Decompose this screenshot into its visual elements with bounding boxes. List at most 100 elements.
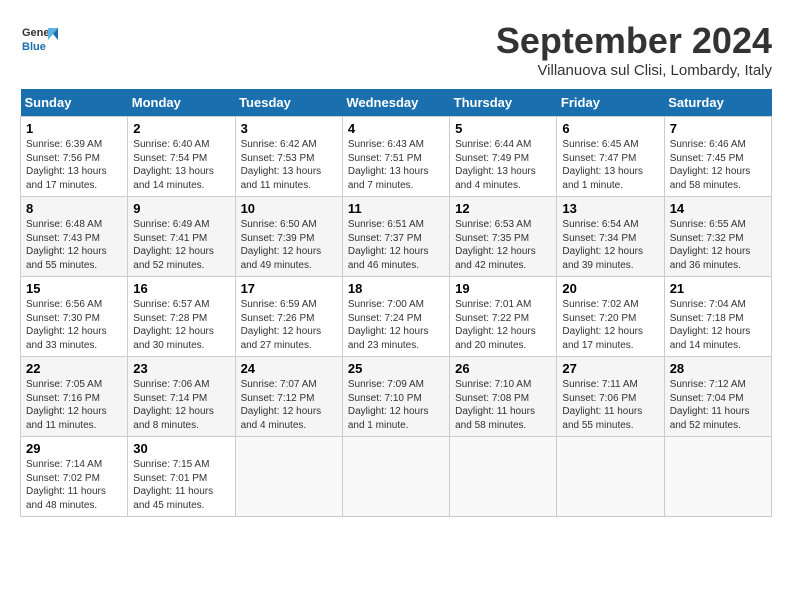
svg-text:Blue: Blue bbox=[22, 41, 46, 53]
logo: General Blue bbox=[20, 20, 58, 58]
day-number: 7 bbox=[670, 121, 766, 136]
table-row bbox=[664, 437, 771, 517]
table-row: 10Sunrise: 6:50 AM Sunset: 7:39 PM Dayli… bbox=[235, 197, 342, 277]
page-header: General Blue September 2024 Villanuova s… bbox=[20, 20, 772, 79]
day-number: 3 bbox=[241, 121, 337, 136]
day-info: Sunrise: 7:09 AM Sunset: 7:10 PM Dayligh… bbox=[348, 378, 444, 432]
location-title: Villanuova sul Clisi, Lombardy, Italy bbox=[496, 62, 772, 79]
col-thursday: Thursday bbox=[450, 89, 557, 117]
calendar-row: 29 Sunrise: 7:14 AM Sunset: 7:02 PM Dayli… bbox=[21, 437, 772, 517]
table-row: 28Sunrise: 7:12 AM Sunset: 7:04 PM Dayli… bbox=[664, 357, 771, 437]
day-number: 16 bbox=[133, 281, 229, 296]
day-info: Sunrise: 7:04 AM Sunset: 7:18 PM Dayligh… bbox=[670, 298, 766, 352]
table-row: 5 Sunrise: 6:44 AM Sunset: 7:49 PM Daylig… bbox=[450, 117, 557, 197]
calendar-row: 1 Sunrise: 6:39 AM Sunset: 7:56 PM Daylig… bbox=[21, 117, 772, 197]
day-number: 11 bbox=[348, 201, 444, 216]
table-row: 20Sunrise: 7:02 AM Sunset: 7:20 PM Dayli… bbox=[557, 277, 664, 357]
day-number: 29 bbox=[26, 441, 122, 456]
table-row: 12 Sunrise: 6:53 AM Sunset: 7:35 PM Dayli… bbox=[450, 197, 557, 277]
day-info: Sunrise: 7:00 AM Sunset: 7:24 PM Dayligh… bbox=[348, 298, 444, 352]
table-row bbox=[235, 437, 342, 517]
day-number: 26 bbox=[455, 361, 551, 376]
table-row: 18 Sunrise: 7:00 AM Sunset: 7:24 PM Dayli… bbox=[342, 277, 449, 357]
table-row: 24Sunrise: 7:07 AM Sunset: 7:12 PM Dayli… bbox=[235, 357, 342, 437]
day-number: 5 bbox=[455, 121, 551, 136]
table-row bbox=[450, 437, 557, 517]
day-info: Sunrise: 7:11 AM Sunset: 7:06 PM Dayligh… bbox=[562, 378, 658, 432]
day-number: 24 bbox=[241, 361, 337, 376]
table-row: 26 Sunrise: 7:10 AM Sunset: 7:08 PM Dayli… bbox=[450, 357, 557, 437]
day-number: 30 bbox=[133, 441, 229, 456]
day-info: Sunrise: 6:45 AM Sunset: 7:47 PM Dayligh… bbox=[562, 138, 658, 192]
day-info: Sunrise: 7:15 AM Sunset: 7:01 PM Dayligh… bbox=[133, 458, 229, 512]
col-saturday: Saturday bbox=[664, 89, 771, 117]
table-row: 8 Sunrise: 6:48 AM Sunset: 7:43 PM Daylig… bbox=[21, 197, 128, 277]
day-number: 18 bbox=[348, 281, 444, 296]
days-header-row: Sunday Monday Tuesday Wednesday Thursday… bbox=[21, 89, 772, 117]
day-info: Sunrise: 6:39 AM Sunset: 7:56 PM Dayligh… bbox=[26, 138, 122, 192]
col-monday: Monday bbox=[128, 89, 235, 117]
day-info: Sunrise: 7:05 AM Sunset: 7:16 PM Dayligh… bbox=[26, 378, 122, 432]
table-row: 22Sunrise: 7:05 AM Sunset: 7:16 PM Dayli… bbox=[21, 357, 128, 437]
table-row: 29 Sunrise: 7:14 AM Sunset: 7:02 PM Dayli… bbox=[21, 437, 128, 517]
day-info: Sunrise: 6:53 AM Sunset: 7:35 PM Dayligh… bbox=[455, 218, 551, 272]
day-info: Sunrise: 7:14 AM Sunset: 7:02 PM Dayligh… bbox=[26, 458, 122, 512]
table-row: 11 Sunrise: 6:51 AM Sunset: 7:37 PM Dayli… bbox=[342, 197, 449, 277]
table-row: 27Sunrise: 7:11 AM Sunset: 7:06 PM Dayli… bbox=[557, 357, 664, 437]
day-info: Sunrise: 6:54 AM Sunset: 7:34 PM Dayligh… bbox=[562, 218, 658, 272]
day-info: Sunrise: 6:56 AM Sunset: 7:30 PM Dayligh… bbox=[26, 298, 122, 352]
table-row: 30 Sunrise: 7:15 AM Sunset: 7:01 PM Dayli… bbox=[128, 437, 235, 517]
day-info: Sunrise: 6:48 AM Sunset: 7:43 PM Dayligh… bbox=[26, 218, 122, 272]
calendar-row: 22Sunrise: 7:05 AM Sunset: 7:16 PM Dayli… bbox=[21, 357, 772, 437]
day-number: 2 bbox=[133, 121, 229, 136]
title-block: September 2024 Villanuova sul Clisi, Lom… bbox=[496, 20, 772, 79]
day-info: Sunrise: 6:55 AM Sunset: 7:32 PM Dayligh… bbox=[670, 218, 766, 272]
day-number: 1 bbox=[26, 121, 122, 136]
day-info: Sunrise: 6:42 AM Sunset: 7:53 PM Dayligh… bbox=[241, 138, 337, 192]
day-info: Sunrise: 6:51 AM Sunset: 7:37 PM Dayligh… bbox=[348, 218, 444, 272]
logo-icon: General Blue bbox=[20, 20, 58, 58]
day-number: 12 bbox=[455, 201, 551, 216]
day-number: 15 bbox=[26, 281, 122, 296]
day-info: Sunrise: 6:43 AM Sunset: 7:51 PM Dayligh… bbox=[348, 138, 444, 192]
day-number: 14 bbox=[670, 201, 766, 216]
col-tuesday: Tuesday bbox=[235, 89, 342, 117]
table-row: 13 Sunrise: 6:54 AM Sunset: 7:34 PM Dayli… bbox=[557, 197, 664, 277]
calendar-row: 8 Sunrise: 6:48 AM Sunset: 7:43 PM Daylig… bbox=[21, 197, 772, 277]
day-number: 13 bbox=[562, 201, 658, 216]
day-number: 8 bbox=[26, 201, 122, 216]
table-row: 19 Sunrise: 7:01 AM Sunset: 7:22 PM Dayli… bbox=[450, 277, 557, 357]
table-row: 23Sunrise: 7:06 AM Sunset: 7:14 PM Dayli… bbox=[128, 357, 235, 437]
day-number: 6 bbox=[562, 121, 658, 136]
table-row: 14 Sunrise: 6:55 AM Sunset: 7:32 PM Dayli… bbox=[664, 197, 771, 277]
day-number: 28 bbox=[670, 361, 766, 376]
day-info: Sunrise: 7:01 AM Sunset: 7:22 PM Dayligh… bbox=[455, 298, 551, 352]
calendar-table: Sunday Monday Tuesday Wednesday Thursday… bbox=[20, 89, 772, 517]
table-row: 2 Sunrise: 6:40 AM Sunset: 7:54 PM Daylig… bbox=[128, 117, 235, 197]
day-number: 25 bbox=[348, 361, 444, 376]
table-row bbox=[557, 437, 664, 517]
day-info: Sunrise: 6:57 AM Sunset: 7:28 PM Dayligh… bbox=[133, 298, 229, 352]
day-number: 10 bbox=[241, 201, 337, 216]
table-row: 3 Sunrise: 6:42 AM Sunset: 7:53 PM Daylig… bbox=[235, 117, 342, 197]
table-row: 9Sunrise: 6:49 AM Sunset: 7:41 PM Daylig… bbox=[128, 197, 235, 277]
month-title: September 2024 bbox=[496, 20, 772, 62]
table-row: 15 Sunrise: 6:56 AM Sunset: 7:30 PM Dayli… bbox=[21, 277, 128, 357]
day-info: Sunrise: 7:06 AM Sunset: 7:14 PM Dayligh… bbox=[133, 378, 229, 432]
day-info: Sunrise: 6:44 AM Sunset: 7:49 PM Dayligh… bbox=[455, 138, 551, 192]
col-friday: Friday bbox=[557, 89, 664, 117]
table-row: 25 Sunrise: 7:09 AM Sunset: 7:10 PM Dayli… bbox=[342, 357, 449, 437]
day-number: 17 bbox=[241, 281, 337, 296]
table-row bbox=[342, 437, 449, 517]
day-info: Sunrise: 6:46 AM Sunset: 7:45 PM Dayligh… bbox=[670, 138, 766, 192]
day-info: Sunrise: 6:40 AM Sunset: 7:54 PM Dayligh… bbox=[133, 138, 229, 192]
day-number: 19 bbox=[455, 281, 551, 296]
day-info: Sunrise: 7:10 AM Sunset: 7:08 PM Dayligh… bbox=[455, 378, 551, 432]
day-number: 21 bbox=[670, 281, 766, 296]
day-info: Sunrise: 6:59 AM Sunset: 7:26 PM Dayligh… bbox=[241, 298, 337, 352]
day-number: 20 bbox=[562, 281, 658, 296]
table-row: 7 Sunrise: 6:46 AM Sunset: 7:45 PM Daylig… bbox=[664, 117, 771, 197]
table-row: 16 Sunrise: 6:57 AM Sunset: 7:28 PM Dayli… bbox=[128, 277, 235, 357]
table-row: 6 Sunrise: 6:45 AM Sunset: 7:47 PM Daylig… bbox=[557, 117, 664, 197]
table-row: 4Sunrise: 6:43 AM Sunset: 7:51 PM Daylig… bbox=[342, 117, 449, 197]
